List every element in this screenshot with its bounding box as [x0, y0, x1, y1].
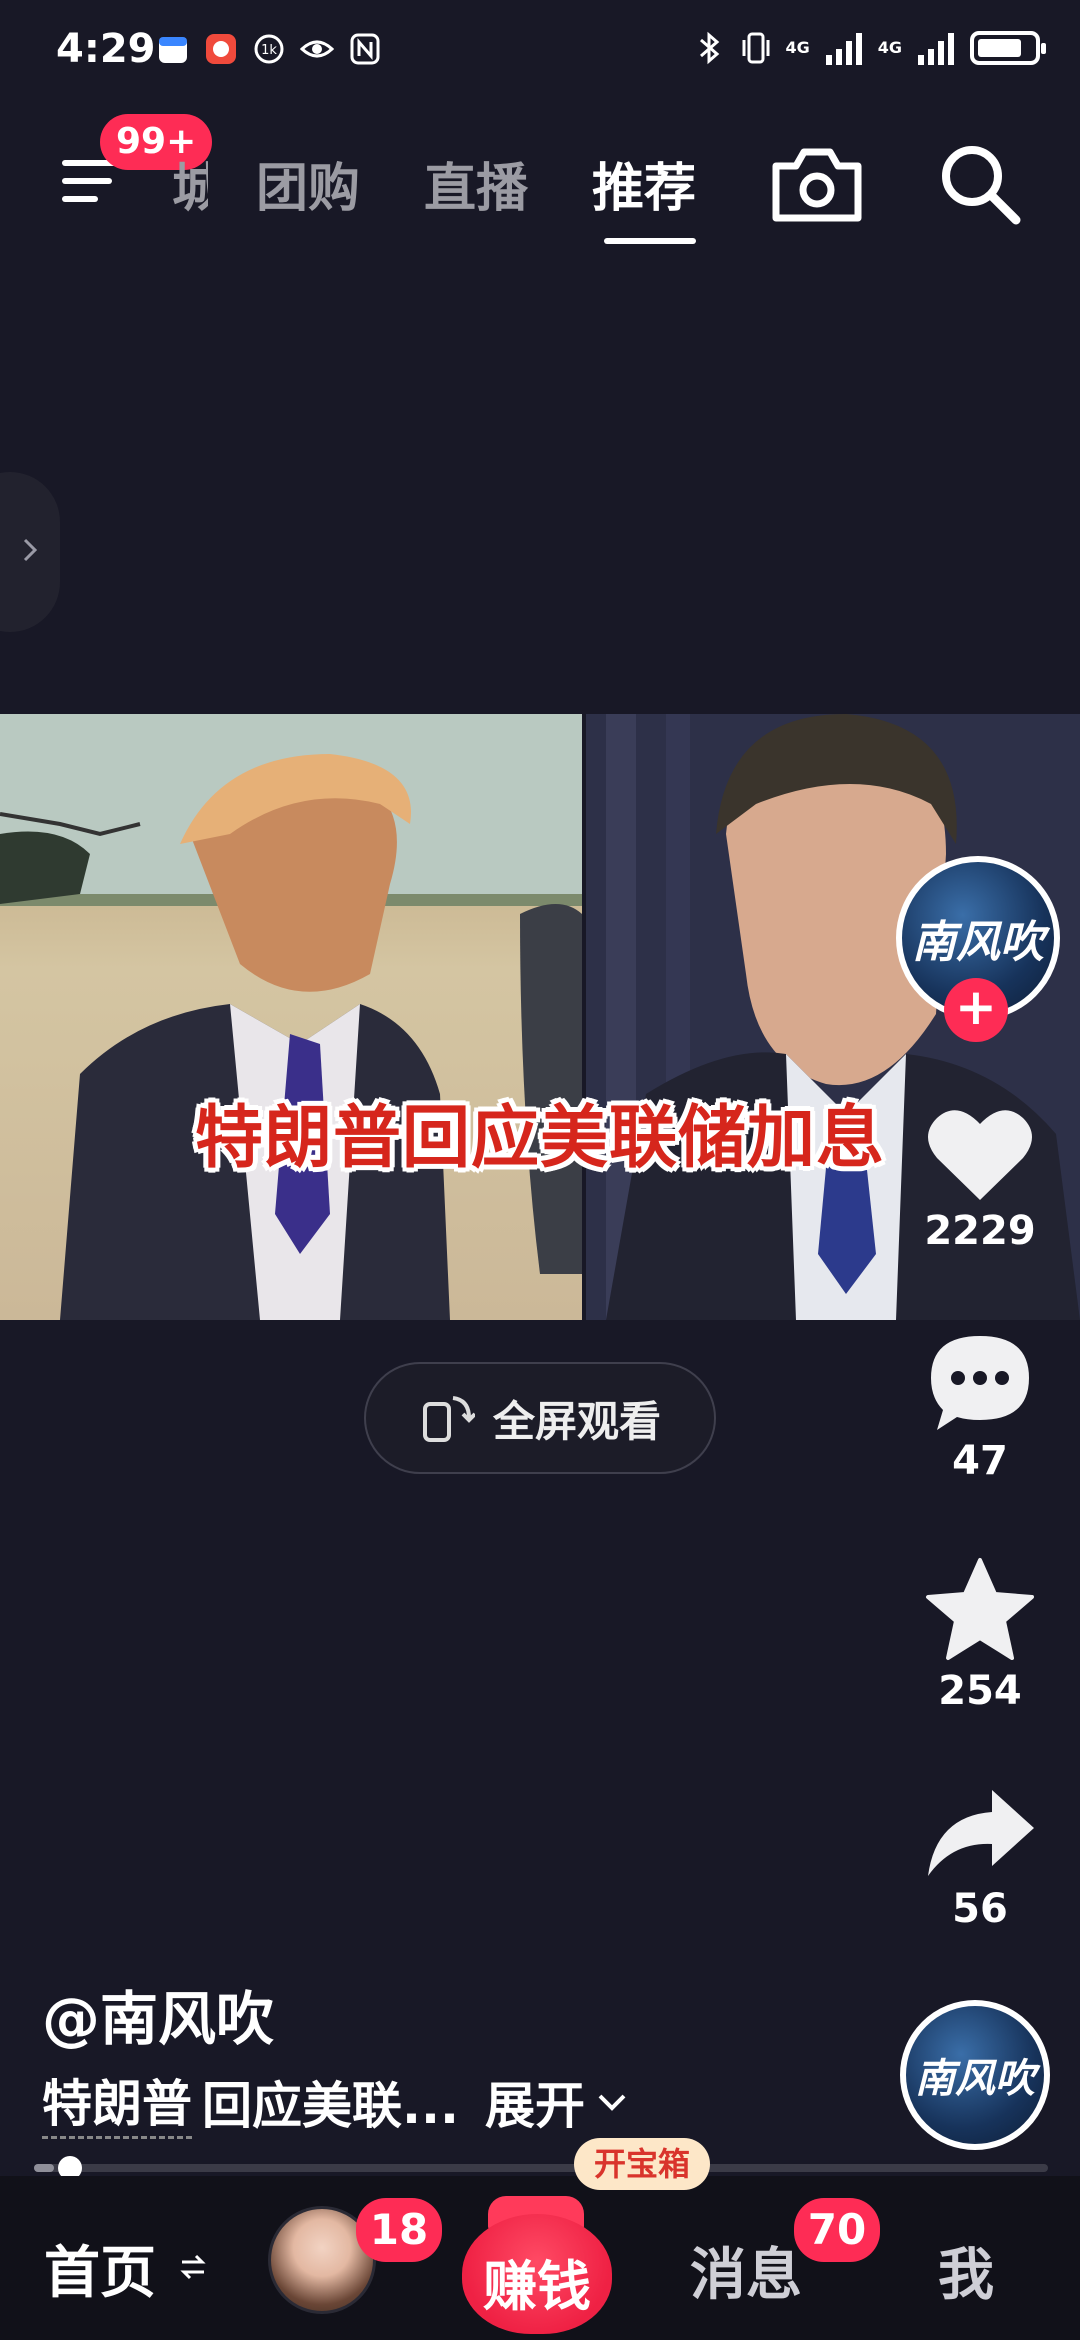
messages-badge: 70	[794, 2198, 880, 2262]
tab-live[interactable]: 直播	[424, 146, 528, 221]
star-icon[interactable]	[924, 1556, 1036, 1664]
fullscreen-label: 全屏观看	[492, 1396, 661, 1446]
share-icon[interactable]	[922, 1786, 1038, 1882]
treasure-box-badge[interactable]: 开宝箱	[574, 2138, 711, 2190]
status-time: 4:29	[56, 26, 156, 72]
battery-icon	[970, 31, 1046, 65]
earn-label: 赚钱	[483, 2255, 591, 2318]
expand-button[interactable]: 展开	[485, 2066, 585, 2138]
tab-home[interactable]: 首页	[44, 2228, 156, 2309]
bluetooth-icon	[700, 31, 720, 65]
speed-icon: 1k	[254, 34, 284, 64]
rotate-screen-icon	[422, 1396, 475, 1442]
video-progress-bar[interactable]	[34, 2164, 1048, 2172]
network-label-2: 4G	[877, 38, 902, 57]
chevron-down-icon[interactable]	[595, 2090, 629, 2114]
system-icons: 4G 4G	[693, 30, 1046, 66]
signal-icon-2	[918, 33, 954, 65]
share-count: 56	[952, 1886, 1008, 1932]
app-notification-icon	[206, 34, 236, 64]
heart-icon[interactable]	[925, 1104, 1035, 1204]
side-drawer-handle[interactable]	[0, 472, 60, 632]
favorite-count: 254	[938, 1668, 1022, 1714]
follow-button[interactable]: +	[944, 978, 1008, 1042]
tab-me[interactable]: 我	[938, 2230, 994, 2311]
music-disc[interactable]: 南风吹	[900, 2000, 1050, 2150]
camera-icon[interactable]	[770, 144, 864, 224]
music-disc-text: 南风吹	[915, 2055, 1035, 2102]
share-action[interactable]: 56	[900, 1786, 1060, 1932]
nfc-icon	[350, 33, 380, 65]
active-tab-indicator	[604, 238, 696, 244]
video-progress-fill	[34, 2164, 55, 2172]
description-tag[interactable]: 特朗普	[42, 2064, 192, 2139]
network-label-1: 4G	[785, 38, 810, 57]
comment-action[interactable]: 47	[900, 1330, 1060, 1484]
video-panel-left	[0, 714, 582, 1320]
tab-partial[interactable]: 城	[172, 146, 208, 221]
vibrate-icon	[742, 32, 770, 64]
expand-label: 展开	[484, 2076, 585, 2135]
earn-button[interactable]: 赚钱	[462, 2214, 612, 2334]
post-description: 特朗普 回应美联... 展开	[42, 2064, 629, 2139]
calendar-icon	[159, 37, 187, 63]
friend-badge: 18	[356, 2198, 442, 2262]
like-count: 2229	[924, 1208, 1036, 1254]
status-bar: 4:29 1k 4G 4G	[0, 0, 1080, 100]
tab-group-buy[interactable]: 团购	[256, 146, 360, 221]
bottom-tab-bar: 首页 18 赚钱 消息 70 我	[0, 2176, 1080, 2340]
battery-level	[978, 39, 1021, 57]
svg-text:1k: 1k	[261, 43, 277, 58]
comment-icon[interactable]	[925, 1330, 1035, 1434]
like-action[interactable]: 2229	[900, 1104, 1060, 1254]
signal-icon-1	[825, 33, 862, 65]
swap-icon[interactable]	[180, 2252, 206, 2282]
fullscreen-button[interactable]: 全屏观看	[364, 1362, 716, 1474]
description-text: 回应美联...	[202, 2076, 459, 2135]
favorite-action[interactable]: 254	[900, 1556, 1060, 1714]
video-scene-left	[0, 714, 582, 1320]
notification-icons: 1k	[156, 32, 382, 66]
comment-count: 47	[952, 1438, 1008, 1484]
author-name[interactable]: @南风吹	[42, 1972, 274, 2056]
search-icon[interactable]	[936, 140, 1024, 228]
chevron-right-icon	[23, 538, 38, 562]
tab-recommend[interactable]: 推荐	[592, 146, 696, 221]
author-avatar-text: 南风吹	[912, 917, 1044, 968]
eye-icon	[300, 40, 334, 58]
tab-messages[interactable]: 消息	[690, 2230, 802, 2311]
top-navigation: 99+ 城 团购 直播 推荐	[0, 100, 1080, 250]
